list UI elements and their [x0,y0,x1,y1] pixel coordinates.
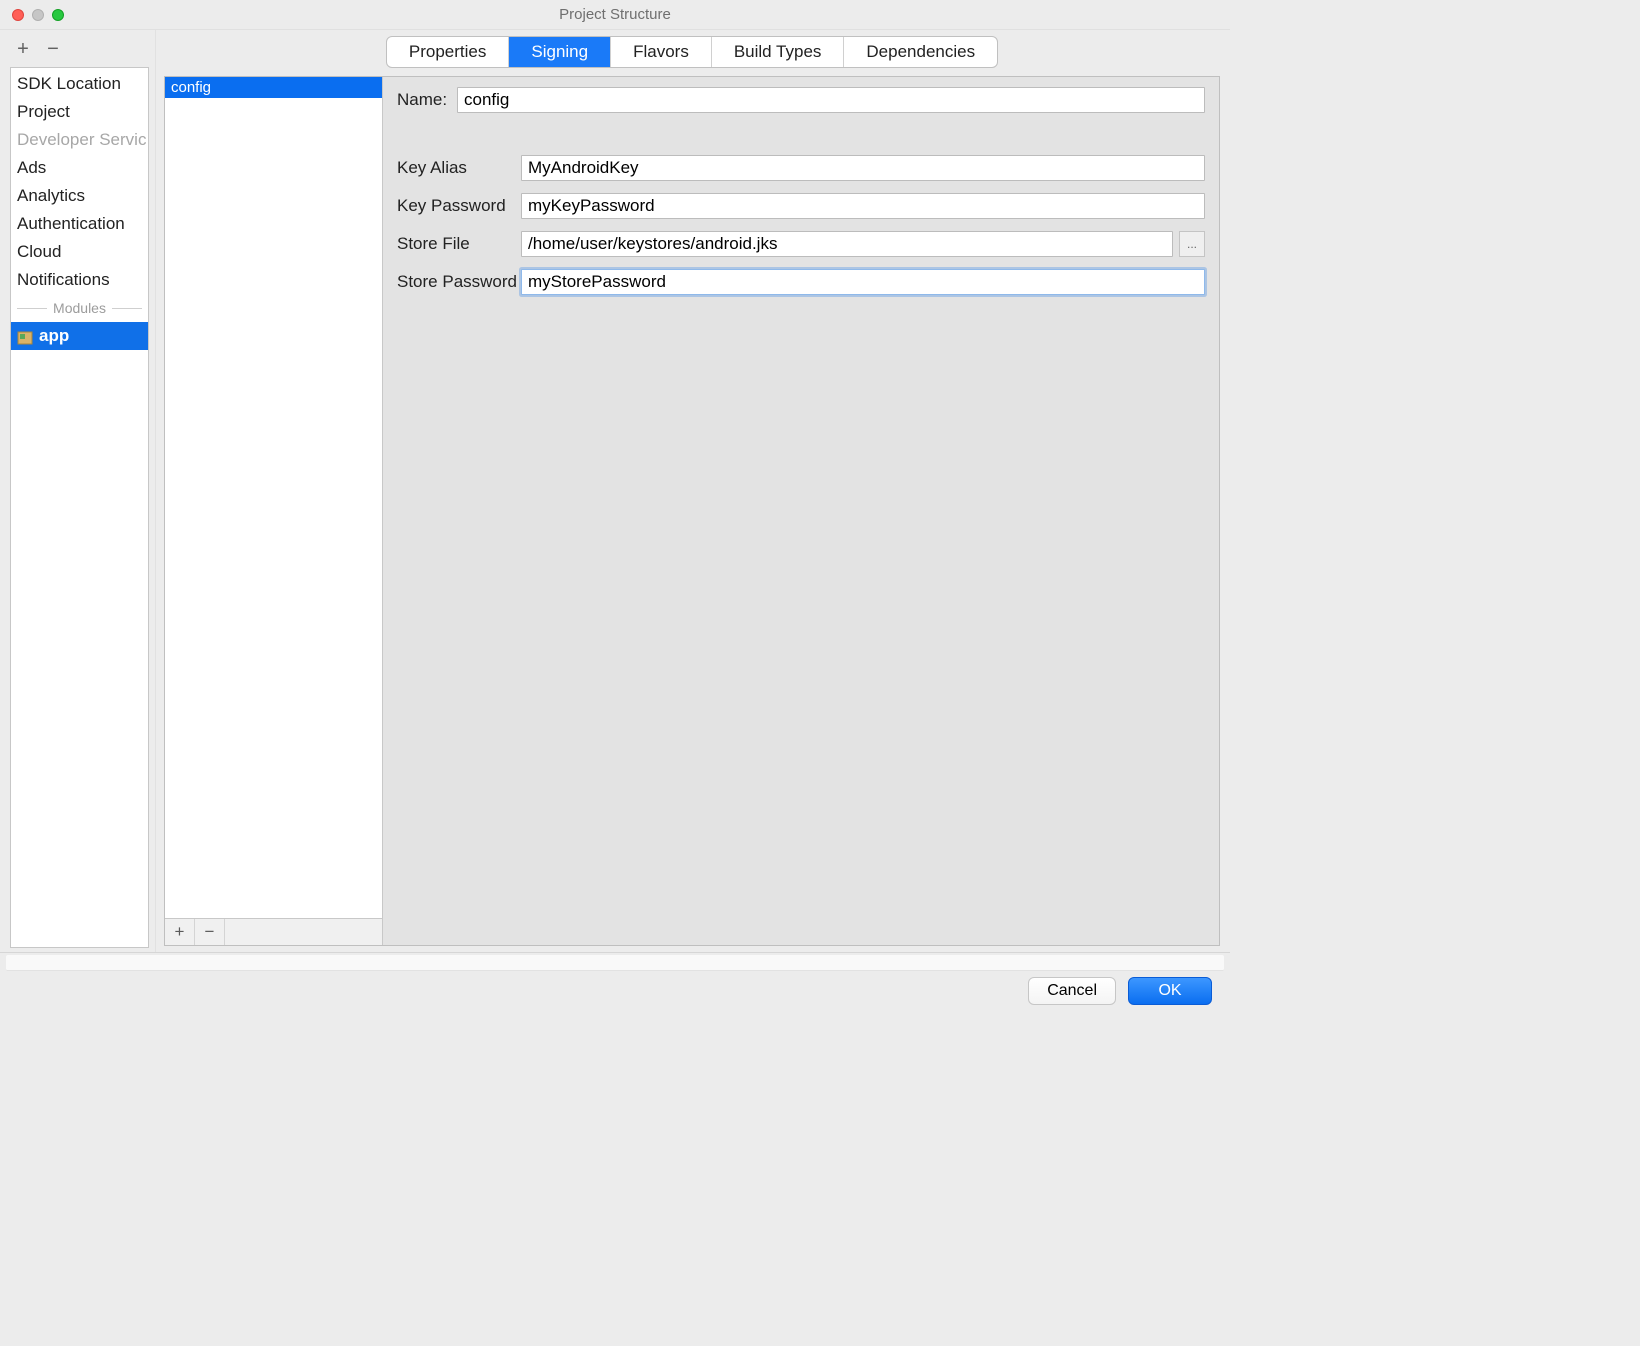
sidebar-section-modules: Modules [11,294,148,322]
tab-properties[interactable]: Properties [387,37,509,67]
tab-signing[interactable]: Signing [509,37,611,67]
store-file-label: Store File [397,234,521,254]
sidebar-item-project[interactable]: Project [11,98,148,126]
sidebar-toolbar: + − [10,34,149,67]
status-strip [6,955,1224,971]
main-area: + − SDK Location Project Developer Servi… [0,30,1230,952]
remove-icon[interactable]: − [44,38,62,61]
tab-dependencies[interactable]: Dependencies [844,37,997,67]
content-box: config + − Name: Key Alias [164,76,1220,946]
form-row-key-password: Key Password [397,193,1205,219]
browse-button[interactable]: ... [1179,231,1205,257]
sidebar-item-label: app [39,325,69,347]
sidebar: SDK Location Project Developer Servic Ad… [10,67,149,948]
sidebar-item-sdk-location[interactable]: SDK Location [11,70,148,98]
sidebar-item-authentication[interactable]: Authentication [11,210,148,238]
sidebar-item-app[interactable]: app [11,322,148,350]
form-row-store-file: Store File ... [397,231,1205,257]
key-password-input[interactable] [521,193,1205,219]
config-list: config [165,77,382,918]
form-row-key-alias: Key Alias [397,155,1205,181]
sidebar-item-analytics[interactable]: Analytics [11,182,148,210]
sidebar-item-notifications[interactable]: Notifications [11,266,148,294]
tab-flavors[interactable]: Flavors [611,37,712,67]
left-column: + − SDK Location Project Developer Servi… [0,30,156,952]
name-input[interactable] [457,87,1205,113]
window-title: Project Structure [0,6,1230,23]
config-toolbar: + − [165,918,382,945]
form-row-name: Name: [397,87,1205,113]
store-password-label: Store Password [397,272,521,292]
tabs: Properties Signing Flavors Build Types D… [386,36,998,68]
sidebar-item-ads[interactable]: Ads [11,154,148,182]
module-icon [17,329,33,343]
config-item[interactable]: config [165,77,382,98]
titlebar: Project Structure [0,0,1230,30]
cancel-button[interactable]: Cancel [1028,977,1116,1005]
sidebar-item-cloud[interactable]: Cloud [11,238,148,266]
button-row: Cancel OK [0,971,1230,1010]
tab-build-types[interactable]: Build Types [712,37,845,67]
config-column: config + − [165,77,383,945]
add-icon[interactable]: + [14,38,32,61]
form-row-store-password: Store Password [397,269,1205,295]
add-config-icon[interactable]: + [165,919,195,945]
form-column: Name: Key Alias Key Password [383,77,1219,945]
sidebar-section-developer-services: Developer Servic [11,126,148,154]
tabs-row: Properties Signing Flavors Build Types D… [164,36,1220,76]
key-alias-input[interactable] [521,155,1205,181]
key-alias-label: Key Alias [397,158,521,178]
footer: Cancel OK [0,952,1230,1010]
store-file-input[interactable] [521,231,1173,257]
ok-button[interactable]: OK [1128,977,1212,1005]
name-label: Name: [397,90,457,110]
right-column: Properties Signing Flavors Build Types D… [156,30,1230,952]
key-password-label: Key Password [397,196,521,216]
store-password-input[interactable] [521,269,1205,295]
remove-config-icon[interactable]: − [195,919,225,945]
